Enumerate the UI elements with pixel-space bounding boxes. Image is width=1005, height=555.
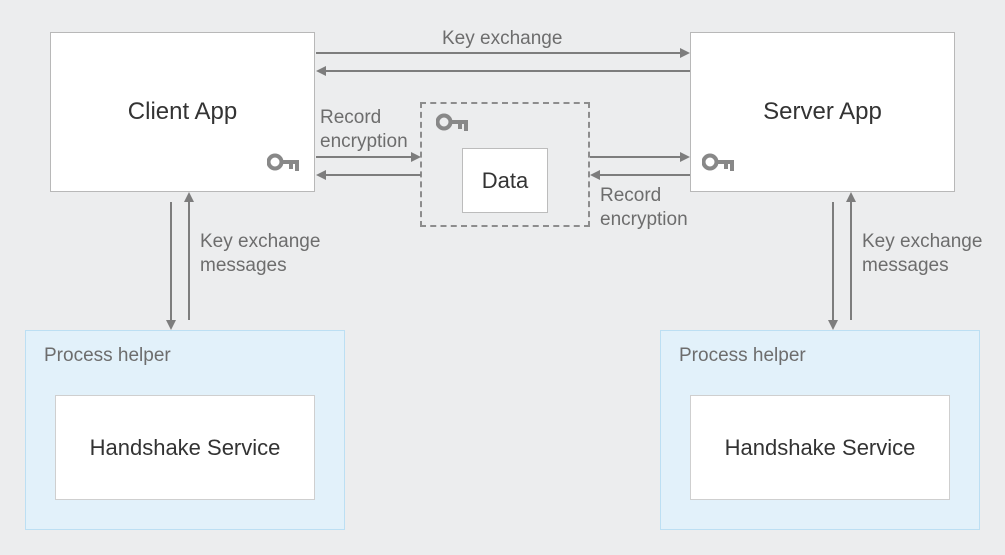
arrow-key-msgs-left-down-head: [166, 320, 176, 330]
arrow-key-msgs-right-up: [850, 202, 852, 320]
handshake-service-right: Handshake Service: [690, 395, 950, 500]
arrow-key-msgs-right-down: [832, 202, 834, 320]
key-icon: [436, 112, 470, 132]
server-app-label: Server App: [763, 98, 882, 126]
arrow-key-msgs-right-up-head: [846, 192, 856, 202]
arrow-key-exchange-right-head: [680, 48, 690, 58]
arrow-key-exchange-left-head: [316, 66, 326, 76]
handshake-service-left: Handshake Service: [55, 395, 315, 500]
arrow-rec-enc-right-top-head: [680, 152, 690, 162]
process-helper-right-label: Process helper: [679, 345, 806, 367]
key-icon: [702, 152, 736, 172]
client-app-label: Client App: [128, 98, 237, 126]
handshake-right-label: Handshake Service: [725, 435, 916, 461]
label-key-msgs-left: Key exchange messages: [200, 230, 320, 278]
data-label: Data: [482, 168, 528, 194]
arrow-key-msgs-right-down-head: [828, 320, 838, 330]
label-key-exchange: Key exchange: [442, 27, 562, 51]
arrow-rec-enc-left-bot: [326, 174, 421, 176]
arrow-key-msgs-left-up: [188, 202, 190, 320]
data-box: Data: [462, 148, 548, 213]
arrow-rec-enc-left-top: [316, 156, 411, 158]
label-record-encryption-left: Record encryption: [320, 106, 408, 154]
arrow-rec-enc-right-bot-head: [590, 170, 600, 180]
handshake-left-label: Handshake Service: [90, 435, 281, 461]
process-helper-left-label: Process helper: [44, 345, 171, 367]
arrow-rec-enc-right-top: [590, 156, 680, 158]
label-key-msgs-right: Key exchange messages: [862, 230, 982, 278]
arrow-key-msgs-left-down: [170, 202, 172, 320]
arrow-key-msgs-left-up-head: [184, 192, 194, 202]
arrow-rec-enc-right-bot: [600, 174, 690, 176]
arrow-rec-enc-left-bot-head: [316, 170, 326, 180]
key-icon: [267, 152, 301, 172]
arrow-key-exchange-left-line: [326, 70, 690, 72]
arrow-key-exchange-right-line: [316, 52, 680, 54]
arrow-rec-enc-left-top-head: [411, 152, 421, 162]
label-record-encryption-right: Record encryption: [600, 184, 688, 232]
